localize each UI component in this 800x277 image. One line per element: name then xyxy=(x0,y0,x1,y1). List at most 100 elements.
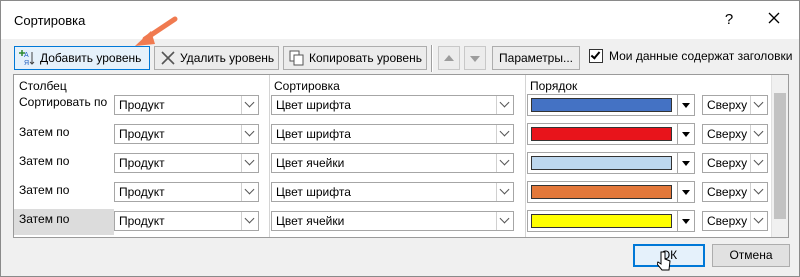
headers-checkbox-label: Мои данные содержат заголовки xyxy=(609,49,793,63)
position-value: Сверху xyxy=(707,156,748,170)
chevron-down-icon xyxy=(750,125,767,143)
column-header-sort-on: Сортировка xyxy=(274,79,340,93)
dropdown-arrow-icon xyxy=(677,153,694,173)
chevron-down-icon xyxy=(496,96,513,114)
add-level-icon: A Я xyxy=(19,49,37,67)
grid-divider xyxy=(525,75,526,237)
column-select[interactable]: Продукт xyxy=(114,124,259,144)
delete-icon xyxy=(159,49,177,67)
chevron-down-icon xyxy=(241,96,258,114)
chevron-down-icon xyxy=(241,183,258,201)
chevron-down-icon xyxy=(750,183,767,201)
order-color-picker[interactable] xyxy=(527,94,695,116)
move-down-icon xyxy=(470,56,480,62)
chevron-down-icon xyxy=(750,212,767,230)
chevron-down-icon xyxy=(496,154,513,172)
checkmark-icon xyxy=(590,49,601,60)
position-value: Сверху xyxy=(707,127,748,141)
delete-level-label: Удалить уровень xyxy=(180,51,275,65)
sort-on-select[interactable]: Цвет шрифта xyxy=(271,95,514,115)
svg-text:Я: Я xyxy=(24,60,29,67)
position-select[interactable]: Сверху xyxy=(702,182,768,202)
column-select[interactable]: Продукт xyxy=(114,211,259,231)
column-select[interactable]: Продукт xyxy=(114,153,259,173)
color-swatch xyxy=(531,185,672,199)
dropdown-arrow-icon xyxy=(677,182,694,202)
chevron-down-icon xyxy=(496,212,513,230)
dropdown-arrow-icon xyxy=(677,95,694,115)
options-label: Параметры... xyxy=(499,51,573,65)
grid-divider xyxy=(269,75,270,237)
sort-levels-grid: Столбец Сортировка Порядок Сортировать п… xyxy=(13,74,789,238)
row-label: Затем по xyxy=(19,183,70,197)
column-header-column: Столбец xyxy=(19,79,67,93)
sort-on-select[interactable]: Цвет шрифта xyxy=(271,124,514,144)
sort-on-value: Цвет шрифта xyxy=(276,127,351,141)
chevron-down-icon xyxy=(750,154,767,172)
dialog-title: Сортировка xyxy=(14,13,86,28)
copy-level-button[interactable]: Копировать уровень xyxy=(283,46,427,70)
column-select-value: Продукт xyxy=(119,214,165,228)
dropdown-arrow-icon xyxy=(677,211,694,231)
copy-level-label: Копировать уровень xyxy=(309,51,422,65)
chevron-down-icon xyxy=(496,125,513,143)
color-swatch xyxy=(531,156,672,170)
sort-on-value: Цвет ячейки xyxy=(276,214,345,228)
column-select-value: Продукт xyxy=(119,127,165,141)
toolbar-separator xyxy=(431,45,433,72)
add-level-label: Добавить уровень xyxy=(40,51,142,65)
order-color-picker[interactable] xyxy=(527,210,695,232)
cancel-button[interactable]: Отмена xyxy=(712,244,790,267)
annotation-arrow-icon xyxy=(135,16,178,46)
move-up-icon xyxy=(444,55,454,61)
help-button[interactable]: ? xyxy=(715,7,743,33)
copy-icon xyxy=(288,49,306,67)
chevron-down-icon xyxy=(750,96,767,114)
sort-on-select[interactable]: Цвет ячейки xyxy=(271,211,514,231)
scrollbar-thumb[interactable] xyxy=(774,93,786,219)
sort-on-value: Цвет шрифта xyxy=(276,98,351,112)
sort-on-value: Цвет шрифта xyxy=(276,185,351,199)
title-bar: Сортировка ? xyxy=(1,1,799,39)
move-up-button[interactable] xyxy=(438,46,460,70)
column-header-order: Порядок xyxy=(530,79,578,93)
column-select-value: Продукт xyxy=(119,98,165,112)
column-select[interactable]: Продукт xyxy=(114,182,259,202)
headers-checkbox-wrap[interactable]: Мои данные содержат заголовки xyxy=(589,49,792,63)
position-select[interactable]: Сверху xyxy=(702,124,768,144)
order-color-picker[interactable] xyxy=(527,123,695,145)
sort-on-select[interactable]: Цвет шрифта xyxy=(271,182,514,202)
position-select[interactable]: Сверху xyxy=(702,95,768,115)
column-select[interactable]: Продукт xyxy=(114,95,259,115)
vertical-scrollbar[interactable] xyxy=(771,75,788,237)
color-swatch xyxy=(531,98,672,112)
chevron-down-icon xyxy=(241,212,258,230)
headers-checkbox[interactable] xyxy=(589,49,603,63)
close-button[interactable] xyxy=(759,7,789,33)
row-label: Сортировать по xyxy=(19,95,108,109)
position-select[interactable]: Сверху xyxy=(702,211,768,231)
close-icon xyxy=(768,12,780,24)
sort-on-value: Цвет ячейки xyxy=(276,156,345,170)
column-select-value: Продукт xyxy=(119,156,165,170)
position-value: Сверху xyxy=(707,214,748,228)
row-label: Затем по xyxy=(19,125,70,139)
color-swatch xyxy=(531,127,672,141)
sort-on-select[interactable]: Цвет ячейки xyxy=(271,153,514,173)
dropdown-arrow-icon xyxy=(677,124,694,144)
column-select-value: Продукт xyxy=(119,185,165,199)
order-color-picker[interactable] xyxy=(527,152,695,174)
order-color-picker[interactable] xyxy=(527,181,695,203)
sort-dialog: Сортировка ? A Я Добавить уровень Удалит… xyxy=(0,0,800,277)
chevron-down-icon xyxy=(496,183,513,201)
position-value: Сверху xyxy=(707,98,748,112)
color-swatch xyxy=(531,214,672,228)
options-button[interactable]: Параметры... xyxy=(492,46,580,70)
position-select[interactable]: Сверху xyxy=(702,153,768,173)
move-down-button[interactable] xyxy=(464,46,486,70)
mouse-pointer-icon xyxy=(657,251,671,271)
chevron-down-icon xyxy=(241,125,258,143)
row-label: Затем по xyxy=(19,154,70,168)
position-value: Сверху xyxy=(707,185,748,199)
row-label: Затем по xyxy=(19,212,70,226)
